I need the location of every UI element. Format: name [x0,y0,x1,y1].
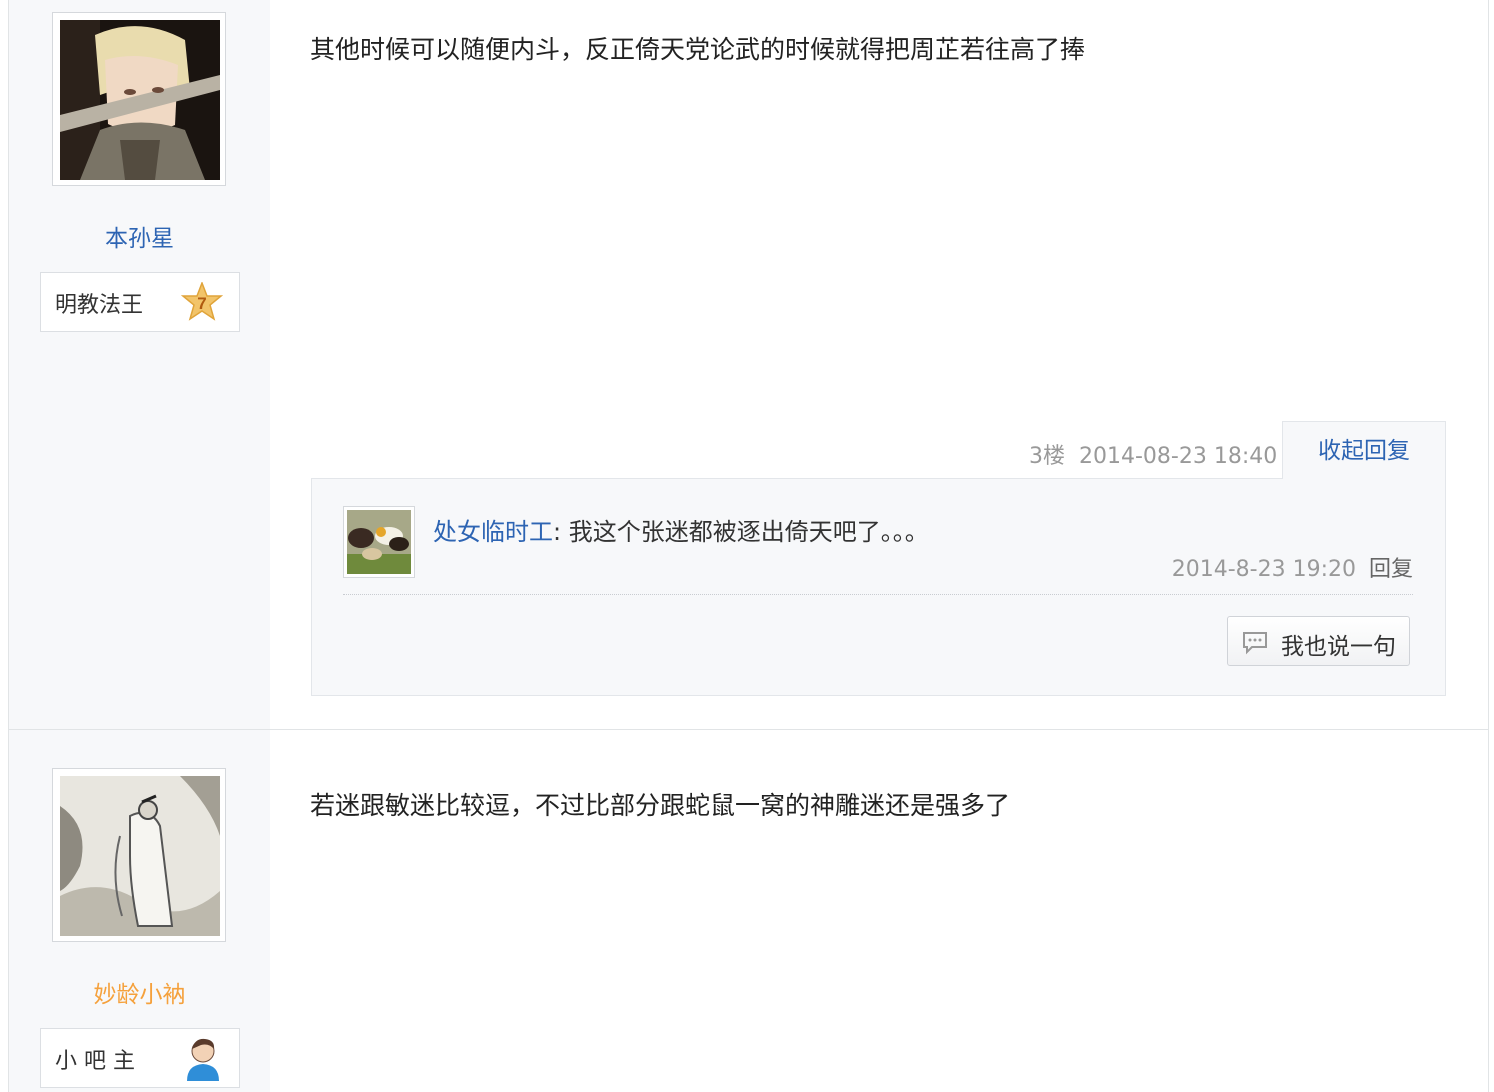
comment-icon [1242,631,1268,659]
reply-meta: 2014-8-23 19:20 回复 [1172,551,1413,583]
reply-link[interactable]: 回复 [1369,557,1413,582]
author-avatar[interactable] [52,12,226,186]
author-avatar[interactable] [52,768,226,942]
reply-text: : 我这个张迷都被逐出倚天吧了。。。 [553,518,929,546]
user-icon [183,1035,223,1085]
author-column: 妙龄小衲 小 吧 主 [9,730,270,1092]
post-floor-3: 本孙星 明教法王 7 其他时候可以随便内斗，反正倚天党论武的时候就得把周芷若往高… [9,0,1488,730]
reply-divider [343,594,1413,595]
say-something-label: 我也说一句 [1281,634,1396,660]
reply-line: 处女临时工: 我这个张迷都被逐出倚天吧了。。。 [433,512,929,547]
author-name[interactable]: 妙龄小衲 [9,975,270,1009]
level-title: 小 吧 主 [55,1049,135,1074]
post-time: 2014-08-23 18:40 [1079,444,1278,469]
reply-avatar-image [347,510,411,574]
collapse-replies-button[interactable]: 收起回复 [1282,421,1446,479]
reply-time: 2014-8-23 19:20 [1171,557,1356,582]
post-next: 妙龄小衲 小 吧 主 若迷跟敏迷比较逗，不过比部分跟蛇鼠一窝的神雕迷还是强多了 [9,730,1488,1092]
reply-user[interactable]: 处女临时工 [433,518,553,546]
level-title: 明教法王 [55,293,144,318]
post-tail: 3楼 2014-08-23 18:40 [1029,438,1277,470]
avatar-image [60,776,220,936]
moderator-badge[interactable]: 小 吧 主 [40,1028,240,1088]
post-content: 若迷跟敏迷比较逗，不过比部分跟蛇鼠一窝的神雕迷还是强多了 [310,791,1011,820]
avatar-image [60,20,220,180]
post-content: 其他时候可以随便内斗，反正倚天党论武的时候就得把周芷若往高了捧 [310,35,1086,64]
author-column: 本孙星 明教法王 7 [9,0,270,729]
author-name[interactable]: 本孙星 [9,219,270,253]
floor-number: 3楼 [1029,444,1065,469]
thread-frame: 本孙星 明教法王 7 其他时候可以随便内斗，反正倚天党论武的时候就得把周芷若往高… [8,0,1489,1092]
level-number: 7 [197,294,206,313]
say-something-button[interactable]: 我也说一句 [1227,616,1410,666]
level-badge[interactable]: 明教法王 7 [40,272,240,332]
reply-box: 处女临时工: 我这个张迷都被逐出倚天吧了。。。 2014-8-23 19:20 … [311,478,1446,696]
reply-avatar[interactable] [343,506,415,578]
star-badge-icon: 7 [180,280,224,328]
